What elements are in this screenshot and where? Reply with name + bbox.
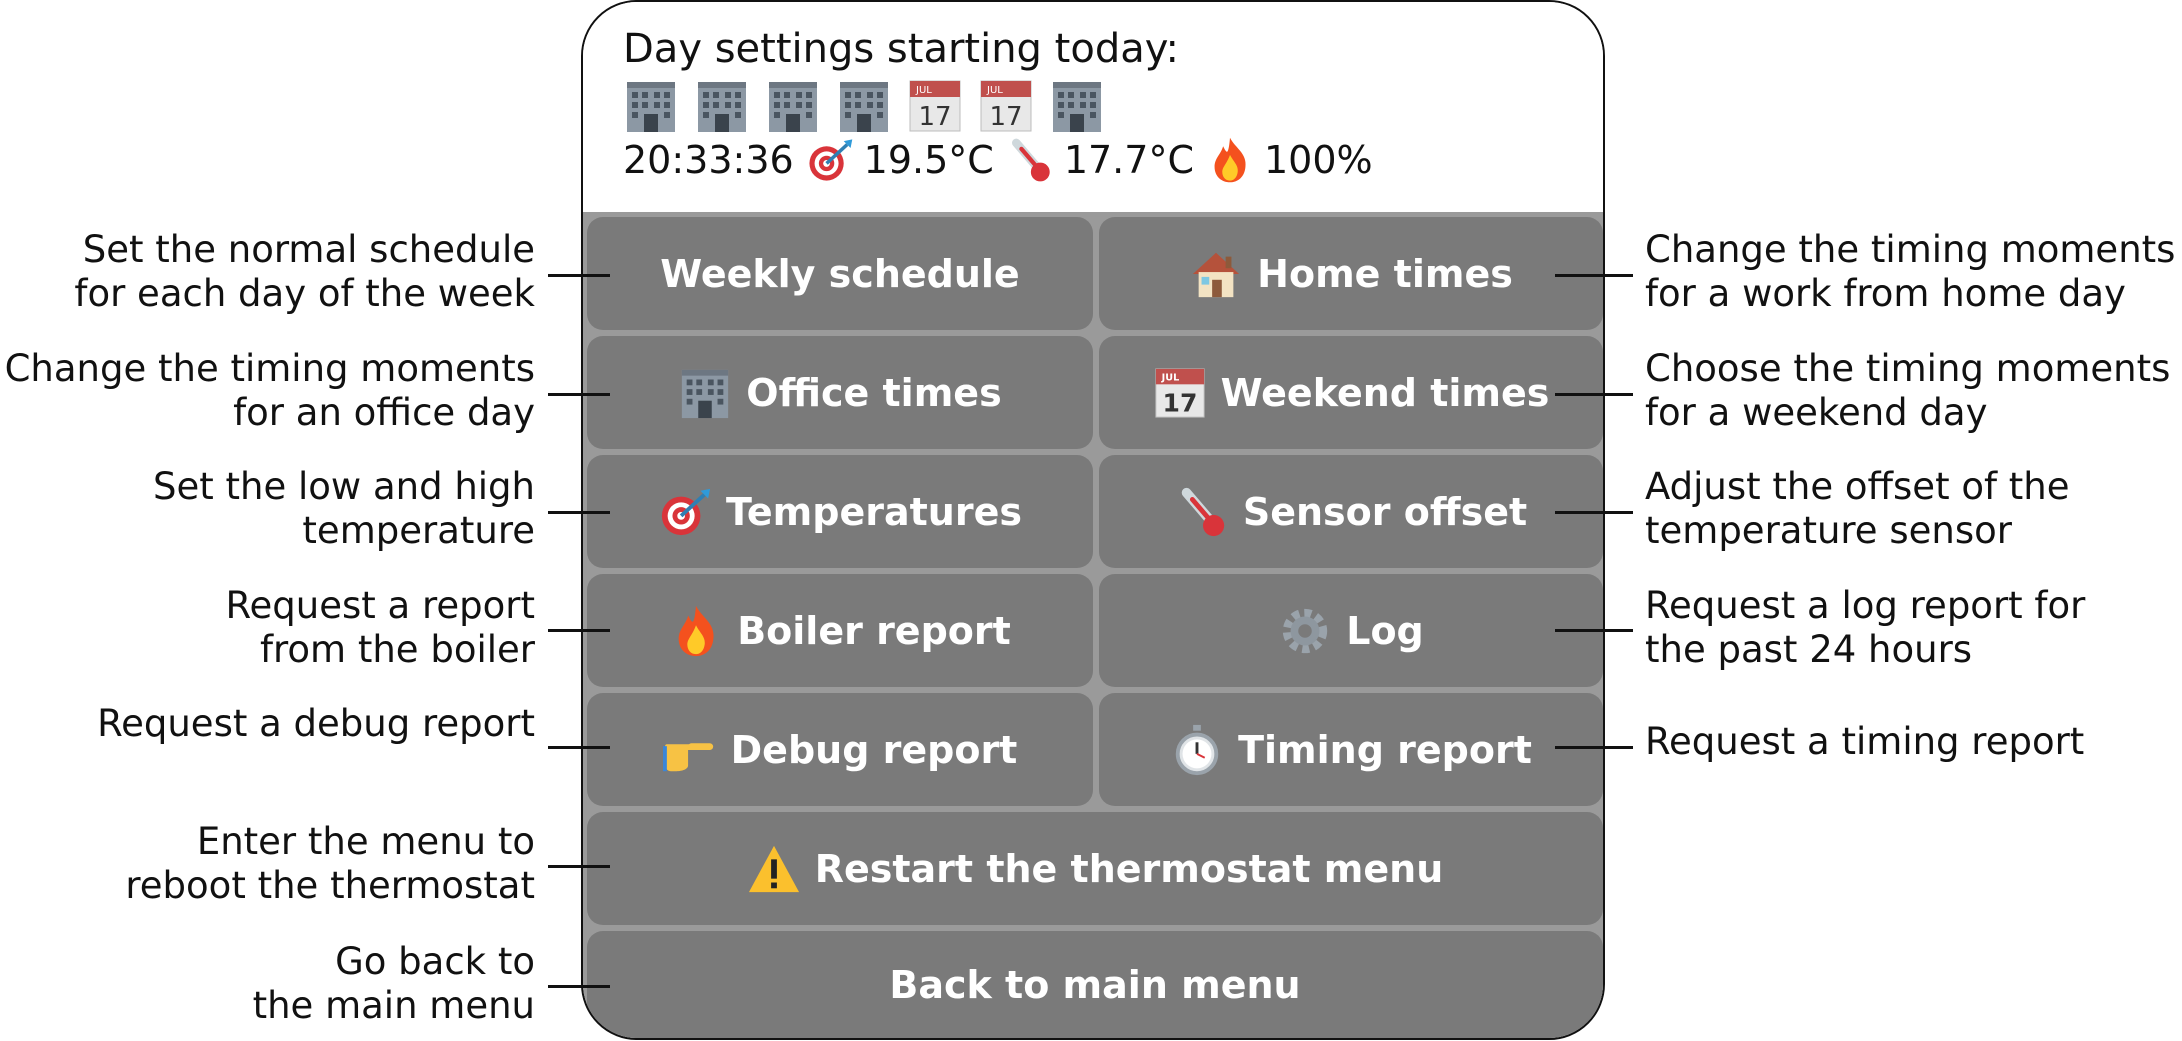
annotation-line: temperature sensor <box>1645 509 2012 552</box>
annotation-line: for a work from home day <box>1645 272 2126 315</box>
debug-report-label: Debug report <box>730 727 1018 772</box>
leader-line <box>548 985 610 988</box>
leader-line <box>548 629 610 632</box>
gear-icon <box>1278 604 1332 658</box>
log-button[interactable]: Log <box>1099 574 1603 687</box>
leader-line <box>548 746 610 749</box>
annotation-line: the main menu <box>252 984 535 1027</box>
annotation-boiler-report: Request a report from the boiler <box>226 584 536 672</box>
status-header: Day settings starting today: 20:33:36 19… <box>583 2 1603 212</box>
target-icon <box>658 485 712 539</box>
weekly-schedule-button[interactable]: Weekly schedule <box>587 217 1093 330</box>
target-temperature: 19.5°C <box>863 138 994 182</box>
current-time: 20:33:36 <box>623 138 794 182</box>
boiler-level: 100% <box>1263 138 1373 182</box>
sensor-offset-label: Sensor offset <box>1242 489 1528 534</box>
office-building-icon <box>836 78 892 134</box>
annotation-temperatures: Set the low and high temperature <box>153 465 535 553</box>
status-line: 20:33:36 19.5°C 17.7°C 100% <box>623 132 1373 188</box>
timing-report-button[interactable]: Timing report <box>1099 693 1603 806</box>
stopwatch-icon <box>1170 723 1224 777</box>
weekly-schedule-label: Weekly schedule <box>660 251 1020 296</box>
annotation-sensor-offset: Adjust the offset of the temperature sen… <box>1645 465 2070 553</box>
restart-thermostat-menu-button[interactable]: Restart the thermostat menu <box>587 812 1603 925</box>
leader-line <box>548 865 610 868</box>
target-icon <box>806 136 854 184</box>
leader-line <box>1555 393 1633 396</box>
annotation-line: the past 24 hours <box>1645 628 1973 671</box>
calendar-icon <box>907 78 963 134</box>
annotation-log: Request a log report for the past 24 hou… <box>1645 584 2085 672</box>
annotation-line: for a weekend day <box>1645 391 1988 434</box>
annotation-restart-menu: Enter the menu to reboot the thermostat <box>125 820 535 908</box>
weekend-times-button[interactable]: Weekend times <box>1099 336 1603 449</box>
leader-line <box>548 393 610 396</box>
annotation-line: Set the normal schedule <box>82 228 535 271</box>
log-label: Log <box>1346 608 1424 653</box>
home-times-button[interactable]: Home times <box>1099 217 1603 330</box>
annotation-line: temperature <box>302 509 535 552</box>
thermostat-menu-panel: Day settings starting today: 20:33:36 19… <box>581 0 1605 1040</box>
annotation-line: Request a timing report <box>1645 720 2085 763</box>
temperatures-button[interactable]: Temperatures <box>587 455 1093 568</box>
annotation-line: from the boiler <box>259 628 535 671</box>
sensor-offset-button[interactable]: Sensor offset <box>1099 455 1603 568</box>
annotation-debug-report: Request a debug report <box>97 702 535 746</box>
annotation-back-main: Go back to the main menu <box>253 940 535 1028</box>
fire-icon <box>669 604 723 658</box>
annotation-line: Change the timing moments <box>1645 228 2176 271</box>
annotation-line: Request a log report for <box>1645 584 2086 627</box>
timing-report-label: Timing report <box>1238 727 1532 772</box>
annotation-line: for an office day <box>233 391 535 434</box>
annotation-line: Request a debug report <box>97 702 535 745</box>
back-to-main-menu-button[interactable]: Back to main menu <box>587 931 1603 1038</box>
office-building-icon <box>694 78 750 134</box>
office-building-icon <box>1049 78 1105 134</box>
weekend-times-label: Weekend times <box>1220 370 1550 415</box>
home-times-label: Home times <box>1257 251 1513 296</box>
thermometer-icon <box>1175 485 1229 539</box>
fire-icon <box>1206 136 1254 184</box>
office-times-button[interactable]: Office times <box>587 336 1093 449</box>
temperatures-label: Temperatures <box>726 489 1022 534</box>
annotation-line: reboot the thermostat <box>125 864 535 907</box>
warning-icon <box>747 842 801 896</box>
annotation-line: Enter the menu to <box>196 820 535 863</box>
boiler-report-label: Boiler report <box>737 608 1011 653</box>
office-times-label: Office times <box>746 370 1002 415</box>
annotation-line: for each day of the week <box>74 272 535 315</box>
back-to-main-menu-label: Back to main menu <box>889 962 1301 1007</box>
calendar-icon <box>1153 366 1207 420</box>
annotation-line: Change the timing moments <box>4 347 535 390</box>
office-building-icon <box>678 366 732 420</box>
leader-line <box>548 274 610 277</box>
annotation-office-times: Change the timing moments for an office … <box>5 347 535 435</box>
debug-report-button[interactable]: Debug report <box>587 693 1093 806</box>
leader-line <box>1555 274 1633 277</box>
annotation-line: Set the low and high <box>153 465 535 508</box>
annotation-weekend-times: Choose the timing moments for a weekend … <box>1645 347 2170 435</box>
office-building-icon <box>765 78 821 134</box>
current-temperature: 17.7°C <box>1063 138 1194 182</box>
leader-line <box>1555 629 1633 632</box>
annotation-line: Adjust the offset of the <box>1645 465 2070 508</box>
restart-thermostat-menu-label: Restart the thermostat menu <box>814 846 1444 891</box>
annotation-home-times: Change the timing moments for a work fro… <box>1645 228 2175 316</box>
boiler-report-button[interactable]: Boiler report <box>587 574 1093 687</box>
day-settings-title: Day settings starting today: <box>623 26 1179 72</box>
annotation-timing-report: Request a timing report <box>1645 720 2084 764</box>
house-icon <box>1189 247 1243 301</box>
annotation-line: Go back to <box>335 940 535 983</box>
leader-line <box>1555 511 1633 514</box>
annotation-line: Request a report <box>225 584 536 627</box>
annotation-weekly-schedule: Set the normal schedule for each day of … <box>74 228 535 316</box>
office-building-icon <box>623 78 679 134</box>
leader-line <box>1555 746 1633 749</box>
calendar-icon <box>978 78 1034 134</box>
leader-line <box>548 511 610 514</box>
pointing-hand-icon <box>663 723 717 777</box>
thermometer-icon <box>1006 136 1054 184</box>
annotation-line: Choose the timing moments <box>1645 347 2171 390</box>
